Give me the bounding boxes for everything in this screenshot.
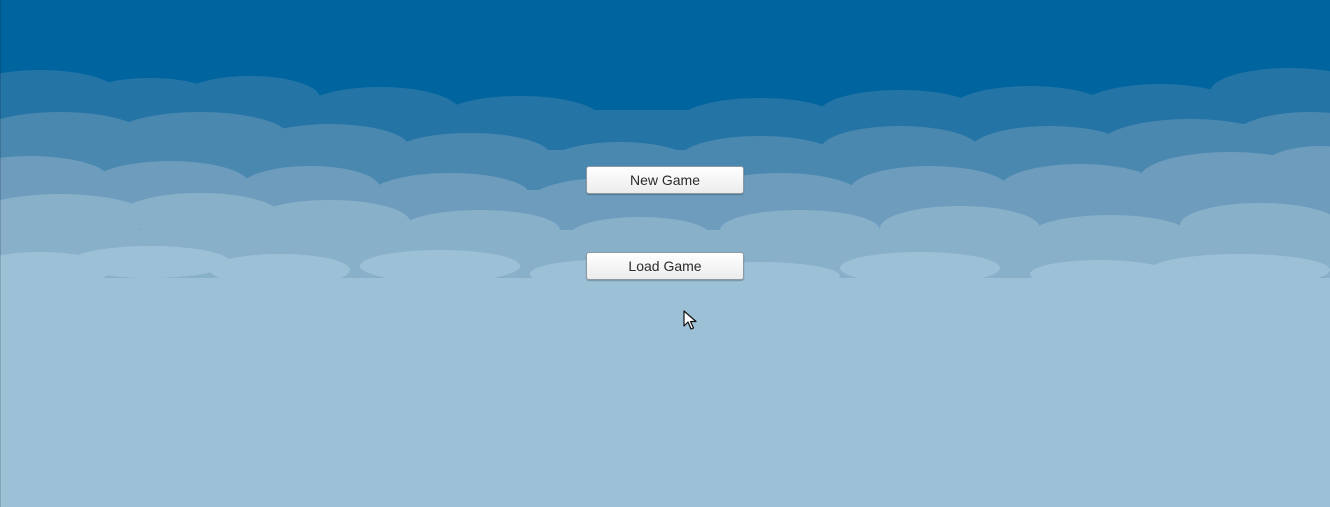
load-game-button[interactable]: Load Game bbox=[586, 252, 744, 280]
cloud-layer-5 bbox=[0, 246, 1330, 507]
game-main-menu-screen: New Game Load Game bbox=[0, 0, 1330, 507]
new-game-button[interactable]: New Game bbox=[586, 166, 744, 194]
window-edge bbox=[0, 0, 1, 507]
arrow-cursor-icon bbox=[683, 310, 697, 330]
